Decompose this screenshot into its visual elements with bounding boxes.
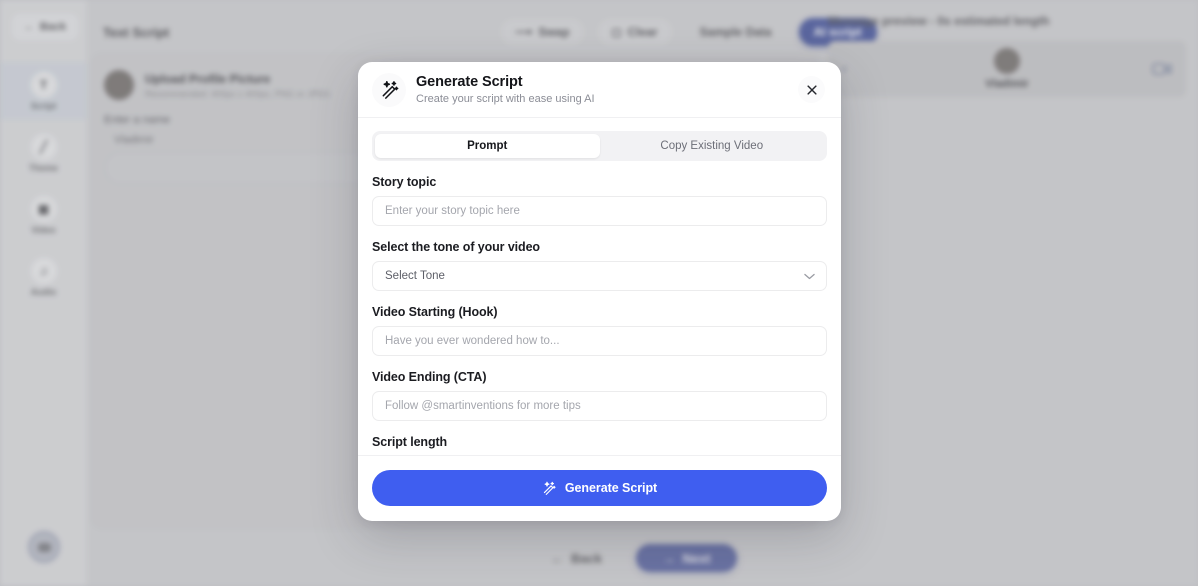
dialog-title: Generate Script	[416, 73, 523, 90]
generate-script-dialog: Generate Script Create your script with …	[358, 62, 841, 521]
story-topic-label: Story topic	[372, 175, 437, 189]
generate-script-label: Generate Script	[564, 481, 658, 495]
magic-wand-icon	[372, 72, 406, 107]
tone-select[interactable]: Select Tone	[372, 261, 827, 291]
dialog-footer: Generate Script	[358, 455, 841, 521]
hook-label: Video Starting (Hook)	[372, 305, 498, 319]
cta-label: Video Ending (CTA)	[372, 370, 487, 384]
dialog-body: Prompt Copy Existing Video Story topic E…	[358, 118, 841, 455]
hook-input[interactable]: Have you ever wondered how to...	[372, 326, 827, 356]
chevron-down-icon	[804, 273, 815, 280]
dialog-subtitle: Create your script with ease using AI	[416, 92, 595, 105]
tab-copy-existing-video[interactable]: Copy Existing Video	[600, 134, 825, 158]
story-topic-input[interactable]: Enter your story topic here	[372, 196, 827, 226]
tab-prompt[interactable]: Prompt	[375, 134, 600, 158]
close-icon[interactable]	[798, 76, 825, 103]
script-length-label: Script length	[372, 435, 448, 449]
tone-label: Select the tone of your video	[372, 240, 540, 254]
magic-wand-icon	[542, 481, 556, 495]
dialog-tabs: Prompt Copy Existing Video	[372, 131, 827, 161]
tone-select-value: Select Tone	[385, 270, 445, 282]
generate-script-button[interactable]: Generate Script	[372, 470, 827, 506]
dialog-header: Generate Script Create your script with …	[358, 62, 841, 118]
cta-input[interactable]: Follow @smartinventions for more tips	[372, 391, 827, 421]
